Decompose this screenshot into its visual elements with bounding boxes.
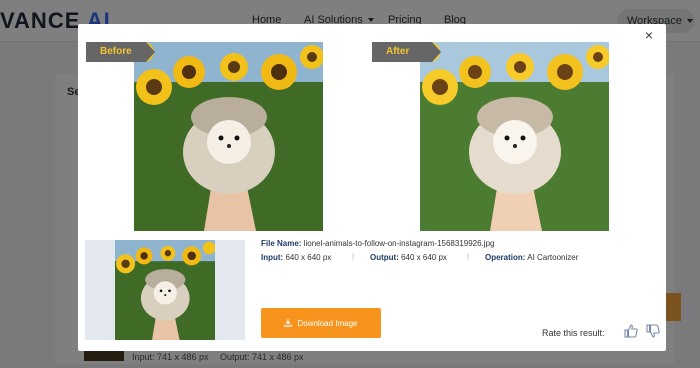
info-divider: | — [467, 252, 470, 261]
operation-value: AI Cartoonizer — [527, 253, 579, 262]
operation-label: Operation: — [485, 253, 526, 262]
file-name-label: File Name: — [261, 239, 302, 248]
close-icon[interactable]: × — [642, 28, 656, 42]
thumbs-down-icon[interactable] — [645, 323, 661, 339]
output-label: Output: — [370, 253, 399, 262]
download-icon — [284, 319, 293, 327]
after-tag: After — [372, 42, 441, 62]
original-thumbnail[interactable] — [115, 240, 215, 340]
download-image-button[interactable]: Download Image — [261, 308, 381, 338]
operation-row: Operation: AI Cartoonizer — [485, 253, 578, 262]
output-size-row: Output: 640 x 640 px — [370, 253, 447, 262]
input-value: 640 x 640 px — [285, 253, 332, 262]
result-modal: × Before After File Name: lionel-animals… — [78, 24, 666, 351]
download-label: Download Image — [297, 319, 358, 328]
info-divider: | — [352, 252, 355, 261]
input-size-row: Input: 640 x 640 px — [261, 253, 331, 262]
file-name-row: File Name: lionel-animals-to-follow-on-i… — [261, 239, 494, 248]
after-image — [420, 42, 609, 231]
rate-label: Rate this result: — [542, 328, 605, 338]
before-image — [134, 42, 323, 231]
input-label: Input: — [261, 253, 284, 262]
output-value: 640 x 640 px — [401, 253, 447, 262]
thumbs-up-icon[interactable] — [623, 323, 639, 339]
file-name-value: lionel-animals-to-follow-on-instagram-15… — [303, 239, 495, 248]
before-tag: Before — [86, 42, 155, 62]
